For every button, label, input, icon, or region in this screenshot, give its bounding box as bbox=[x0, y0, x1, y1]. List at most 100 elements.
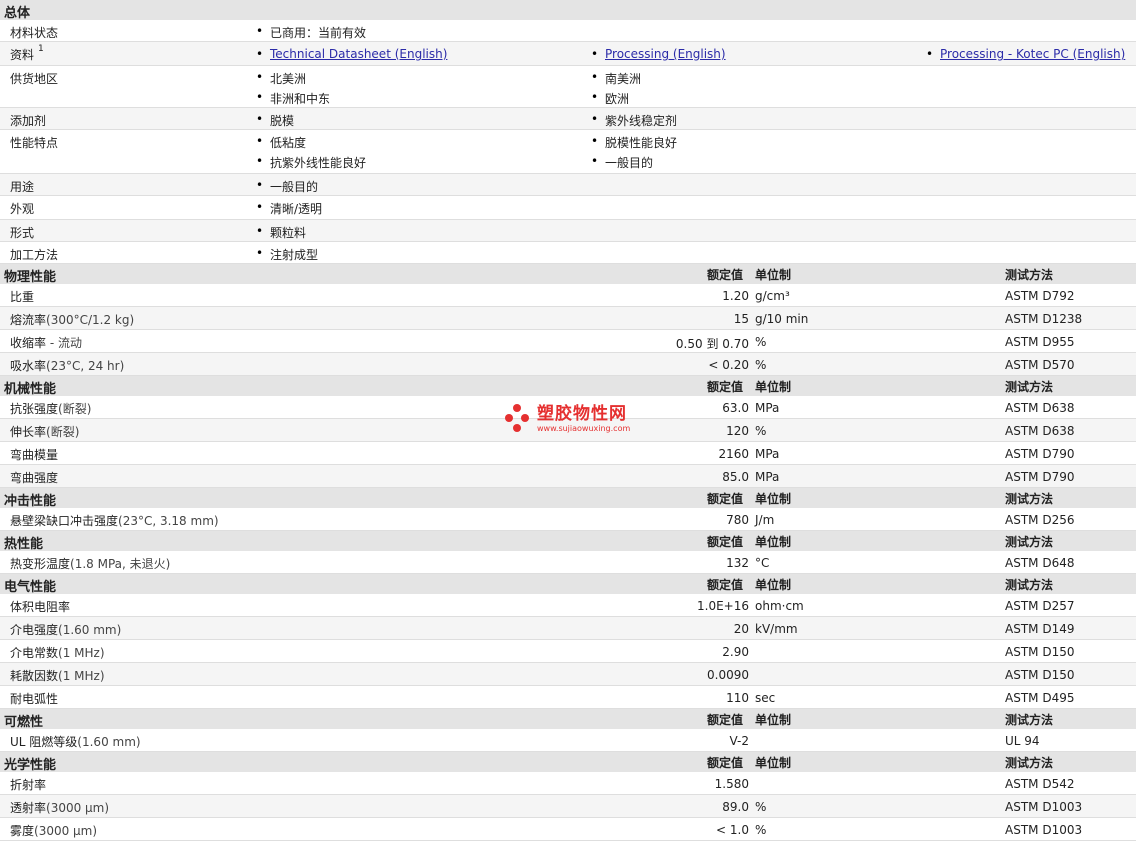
section-title: 总体 bbox=[4, 6, 31, 21]
property-value: 1.0E+16 bbox=[697, 599, 749, 613]
property-name: 抗张强度 bbox=[10, 402, 59, 416]
overview-row: 添加剂 脱模 紫外线稳定剂 bbox=[0, 108, 1136, 130]
property-name: 折射率 bbox=[10, 778, 47, 792]
overview-row: 形式 颗粒料 bbox=[0, 220, 1136, 242]
row-label: 加工方法 bbox=[10, 248, 59, 262]
footnote-marker: 1 bbox=[38, 44, 44, 54]
property-label: 耐电弧性 bbox=[10, 690, 58, 707]
section-title: 物理性能 bbox=[4, 270, 57, 285]
document-link[interactable]: Processing (English) bbox=[591, 47, 726, 61]
property-label: 比重 bbox=[10, 288, 34, 305]
property-unit: kV/mm bbox=[755, 622, 798, 636]
property-value: 20 bbox=[733, 622, 749, 636]
property-unit: MPa bbox=[755, 401, 780, 415]
property-value: 1.20 bbox=[722, 289, 749, 303]
bullet-item: 颗粒料 bbox=[256, 224, 306, 241]
bullet-item: 一般目的 bbox=[256, 178, 318, 195]
property-name: 体积电阻率 bbox=[10, 600, 71, 614]
overview-row: 用途 一般目的 bbox=[0, 174, 1136, 196]
property-value: 15 bbox=[733, 312, 749, 326]
watermark-logo-icon bbox=[505, 402, 533, 436]
property-unit: g/cm³ bbox=[755, 289, 790, 303]
section-title: 可燃性 bbox=[4, 715, 44, 730]
bullet-item: 非洲和中东 bbox=[256, 90, 330, 107]
property-name: 熔流率 bbox=[10, 313, 47, 327]
property-method: ASTM D495 bbox=[1005, 691, 1075, 705]
bullet-item: 北美洲 bbox=[256, 70, 306, 87]
property-method: ASTM D150 bbox=[1005, 645, 1075, 659]
row-label: 用途 bbox=[10, 180, 35, 194]
header-unit: 单位制 bbox=[755, 268, 792, 282]
document-link[interactable]: Technical Datasheet (English) bbox=[256, 47, 447, 61]
bullet-item: 紫外线稳定剂 bbox=[591, 112, 677, 129]
property-label: 雾度(3000 µm) bbox=[10, 822, 97, 839]
property-condition: (1 MHz) bbox=[58, 646, 105, 660]
property-condition: (断裂) bbox=[46, 425, 80, 439]
property-value: V-2 bbox=[729, 734, 749, 748]
property-row: 收缩率 - 流动 0.50 到 0.70% ASTM D955 bbox=[0, 330, 1136, 353]
section-title: 电气性能 bbox=[4, 580, 57, 595]
property-row: 吸水率(23°C, 24 hr) < 0.20% ASTM D570 bbox=[0, 353, 1136, 376]
row-label: 添加剂 bbox=[10, 114, 47, 128]
property-label: 介电强度(1.60 mm) bbox=[10, 621, 121, 638]
property-label: 介电常数(1 MHz) bbox=[10, 644, 105, 661]
property-name: UL 阻燃等级 bbox=[10, 735, 78, 749]
property-row: 耗散因数(1 MHz) 0.0090 ASTM D150 bbox=[0, 663, 1136, 686]
watermark-name: 塑胶物性网 bbox=[537, 404, 627, 424]
property-row: 雾度(3000 µm) < 1.0% ASTM D1003 bbox=[0, 818, 1136, 841]
document-link[interactable]: Processing - Kotec PC (English) bbox=[926, 47, 1125, 61]
property-value: 120 bbox=[726, 424, 749, 438]
section-header: 可燃性 额定值 单位制 测试方法 bbox=[0, 709, 1136, 730]
property-row: 体积电阻率 1.0E+16 ohm·cm ASTM D257 bbox=[0, 594, 1136, 617]
section-title: 光学性能 bbox=[4, 758, 57, 773]
property-label: 收缩率 - 流动 bbox=[10, 334, 82, 351]
property-condition: (1 MHz) bbox=[58, 669, 105, 683]
property-row: 悬壁梁缺口冲击强度(23°C, 3.18 mm) 780 J/m ASTM D256 bbox=[0, 508, 1136, 531]
property-label: UL 阻燃等级(1.60 mm) bbox=[10, 733, 141, 750]
header-value: 额定值 bbox=[707, 380, 744, 394]
property-condition: (断裂) bbox=[58, 402, 92, 416]
property-value: 780 bbox=[726, 513, 749, 527]
property-label: 悬壁梁缺口冲击强度(23°C, 3.18 mm) bbox=[10, 512, 219, 529]
row-label: 供货地区 bbox=[10, 72, 59, 86]
property-condition: (300°C/1.2 kg) bbox=[46, 313, 135, 327]
header-unit: 单位制 bbox=[755, 492, 792, 506]
bullet-item: 一般目的 bbox=[591, 154, 653, 171]
property-value: 2160 bbox=[718, 447, 749, 461]
row-label: 材料状态 bbox=[10, 26, 59, 40]
header-method: 测试方法 bbox=[1005, 268, 1054, 282]
property-name: 透射率 bbox=[10, 801, 47, 815]
property-name: 介电强度 bbox=[10, 623, 59, 637]
section-title: 冲击性能 bbox=[4, 494, 57, 509]
property-value: 132 bbox=[726, 556, 749, 570]
property-condition: (23°C, 3.18 mm) bbox=[118, 514, 219, 528]
property-condition: (1.60 mm) bbox=[58, 623, 122, 637]
property-unit: % bbox=[755, 823, 767, 837]
row-label: 资料 bbox=[10, 48, 35, 62]
property-row: 比重 1.20 g/cm³ ASTM D792 bbox=[0, 284, 1136, 307]
header-unit: 单位制 bbox=[755, 535, 792, 549]
property-method: UL 94 bbox=[1005, 734, 1040, 748]
property-value: 0.0090 bbox=[707, 668, 749, 682]
overview-row: 外观 清晰/透明 bbox=[0, 196, 1136, 220]
property-name: 吸水率 bbox=[10, 359, 47, 373]
property-unit: MPa bbox=[755, 447, 780, 461]
property-unit: J/m bbox=[755, 513, 775, 527]
property-label: 弯曲强度 bbox=[10, 469, 58, 486]
property-condition: (23°C, 24 hr) bbox=[46, 359, 125, 373]
property-method: ASTM D790 bbox=[1005, 470, 1075, 484]
header-method: 测试方法 bbox=[1005, 756, 1054, 770]
section-header: 热性能 额定值 单位制 测试方法 bbox=[0, 531, 1136, 552]
header-method: 测试方法 bbox=[1005, 535, 1054, 549]
overview-row: 资料1 Technical Datasheet (English) Processi… bbox=[0, 42, 1136, 66]
bullet-item: 脱模性能良好 bbox=[591, 134, 677, 151]
property-unit: % bbox=[755, 358, 767, 372]
property-row: 弯曲模量 2160 MPa ASTM D790 bbox=[0, 442, 1136, 465]
property-unit: ohm·cm bbox=[755, 599, 804, 613]
property-row: 透射率(3000 µm) 89.0% ASTM D1003 bbox=[0, 795, 1136, 818]
property-method: ASTM D790 bbox=[1005, 447, 1075, 461]
property-name: 弯曲模量 bbox=[10, 448, 59, 462]
property-label: 热变形温度(1.8 MPa, 未退火) bbox=[10, 555, 170, 572]
property-label: 抗张强度(断裂) bbox=[10, 400, 91, 417]
section-header: 物理性能 额定值 单位制 测试方法 bbox=[0, 264, 1136, 285]
